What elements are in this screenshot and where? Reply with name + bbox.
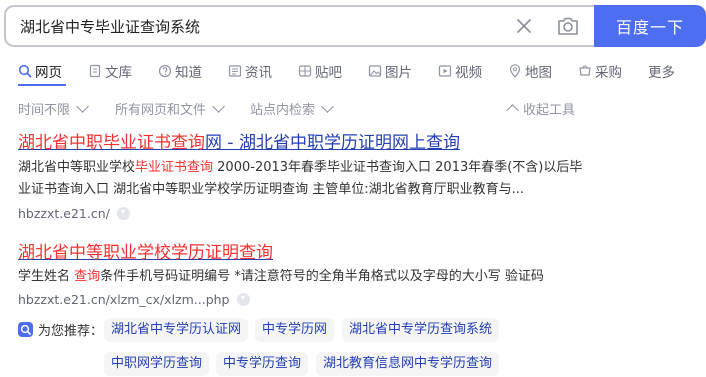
active-tab-indicator — [18, 84, 66, 86]
type-filter[interactable]: 所有网页和文件 — [115, 99, 225, 118]
recommend-chip[interactable]: 湖北省中专学历查询系统 — [342, 318, 500, 342]
result-title-text: 网 - 湖北省中职学历证明网上查询 — [205, 133, 460, 153]
tab-zhidao[interactable]: 知道 — [158, 61, 202, 81]
tab-label: 更多 — [648, 65, 675, 81]
snippet-highlight: 查询 — [74, 269, 101, 284]
time-filter[interactable]: 时间不限 — [18, 99, 89, 118]
cart-icon — [579, 65, 591, 76]
tab-map[interactable]: 地图 — [508, 61, 552, 81]
chevron-down-icon — [212, 99, 225, 113]
recommend-chip[interactable]: 中专学历网 — [255, 318, 335, 342]
video-icon — [438, 65, 452, 77]
result-title-link[interactable]: 湖北省中职毕业证书查询网 - 湖北省中职学历证明网上查询 — [18, 128, 588, 153]
tab-more[interactable]: 更多 — [648, 61, 675, 81]
tab-label: 资讯 — [245, 65, 272, 81]
dropdown-icon[interactable] — [236, 293, 250, 306]
search-input[interactable] — [20, 7, 490, 45]
tab-label: 地图 — [525, 65, 552, 81]
search-button[interactable]: 百度一下 — [594, 5, 706, 47]
search-icon — [18, 64, 32, 78]
collapse-tools-label: 收起工具 — [523, 103, 576, 118]
tab-label: 图片 — [385, 65, 412, 81]
document-icon — [89, 64, 101, 78]
recommend-chip[interactable]: 中职网学历查询 — [104, 352, 210, 376]
tieba-icon — [298, 65, 312, 77]
snippet-text: 湖北省中等职业学校 — [18, 160, 136, 175]
news-icon — [228, 65, 242, 77]
type-filter-label: 所有网页和文件 — [115, 103, 207, 118]
result-title-highlight: 湖北省中职毕业证书查询 — [18, 133, 205, 153]
tab-tieba[interactable]: 贴吧 — [298, 61, 342, 81]
recommend-chip[interactable]: 湖北省中专学历认证网 — [104, 318, 249, 342]
dropdown-icon[interactable] — [116, 207, 130, 220]
question-icon — [158, 64, 172, 78]
search-result: 湖北省中等职业学校学历证明查询 学生姓名 查询条件手机号码证明编号 *请注意符号… — [18, 238, 588, 307]
chevron-down-icon — [76, 99, 89, 113]
chevron-down-icon — [321, 99, 334, 113]
tab-web[interactable]: 网页 — [18, 61, 62, 81]
tab-label: 网页 — [35, 65, 62, 81]
search-tabs: 网页 文库 知道 资讯 贴吧 图片 视频 地图 采购 更多 — [18, 60, 701, 82]
recommend-label-text: 为您推荐： — [38, 324, 104, 339]
recommend-search-icon — [18, 322, 33, 337]
result-snippet: 湖北省中等职业学校毕业证书查询 2000-2013年春季毕业证书查询入口 201… — [18, 157, 588, 201]
clear-icon[interactable] — [514, 16, 534, 36]
result-url[interactable]: hbzzxt.e21.cn/xlzm_cx/xlzm...php — [18, 292, 588, 307]
search-result: 湖北省中职毕业证书查询网 - 湖北省中职学历证明网上查询 湖北省中等职业学校毕业… — [18, 128, 588, 221]
tab-label: 采购 — [595, 65, 622, 81]
recommend-label: 为您推荐： — [18, 320, 103, 339]
result-url-text: hbzzxt.e21.cn/xlzm_cx/xlzm...php — [18, 292, 230, 307]
search-box — [4, 5, 596, 47]
tab-label: 知道 — [175, 65, 202, 81]
search-tools: 时间不限 所有网页和文件 站点内检索 收起工具 — [18, 99, 588, 118]
tab-label: 文库 — [105, 65, 132, 81]
snippet-text: 学生姓名 — [18, 269, 75, 284]
tab-wenku[interactable]: 文库 — [88, 61, 132, 81]
tab-image[interactable]: 图片 — [368, 61, 412, 81]
result-url-text: hbzzxt.e21.cn/ — [18, 206, 110, 221]
result-title-highlight: 湖北省中等职业学校学历证明查询 — [18, 243, 273, 263]
tab-label: 贴吧 — [315, 65, 342, 81]
recommend-chip[interactable]: 中专学历查询 — [216, 352, 309, 376]
tab-label: 视频 — [455, 65, 482, 81]
map-pin-icon — [509, 64, 521, 78]
tab-video[interactable]: 视频 — [438, 61, 482, 81]
image-icon — [368, 65, 382, 77]
recommend-chip[interactable]: 湖北教育信息网中专学历查询 — [316, 352, 500, 376]
site-filter-label: 站点内检索 — [250, 103, 316, 118]
snippet-text: 条件手机号码证明编号 *请注意符号的全角半角格式以及字母的大小写 验证码 — [100, 269, 544, 284]
time-filter-label: 时间不限 — [18, 103, 71, 118]
collapse-tools-button[interactable]: 收起工具 — [506, 99, 576, 118]
search-bar: 百度一下 — [4, 5, 706, 47]
result-snippet: 学生姓名 查询条件手机号码证明编号 *请注意符号的全角半角格式以及字母的大小写 … — [18, 266, 588, 288]
tab-news[interactable]: 资讯 — [228, 61, 272, 81]
tab-purchase[interactable]: 采购 — [578, 61, 622, 81]
snippet-highlight: 毕业证书查询 — [135, 160, 214, 175]
site-filter[interactable]: 站点内检索 — [250, 99, 334, 118]
chevron-up-icon — [506, 104, 519, 117]
result-url[interactable]: hbzzxt.e21.cn/ — [18, 206, 588, 221]
camera-icon[interactable] — [556, 15, 580, 37]
result-title-link[interactable]: 湖北省中等职业学校学历证明查询 — [18, 238, 588, 263]
